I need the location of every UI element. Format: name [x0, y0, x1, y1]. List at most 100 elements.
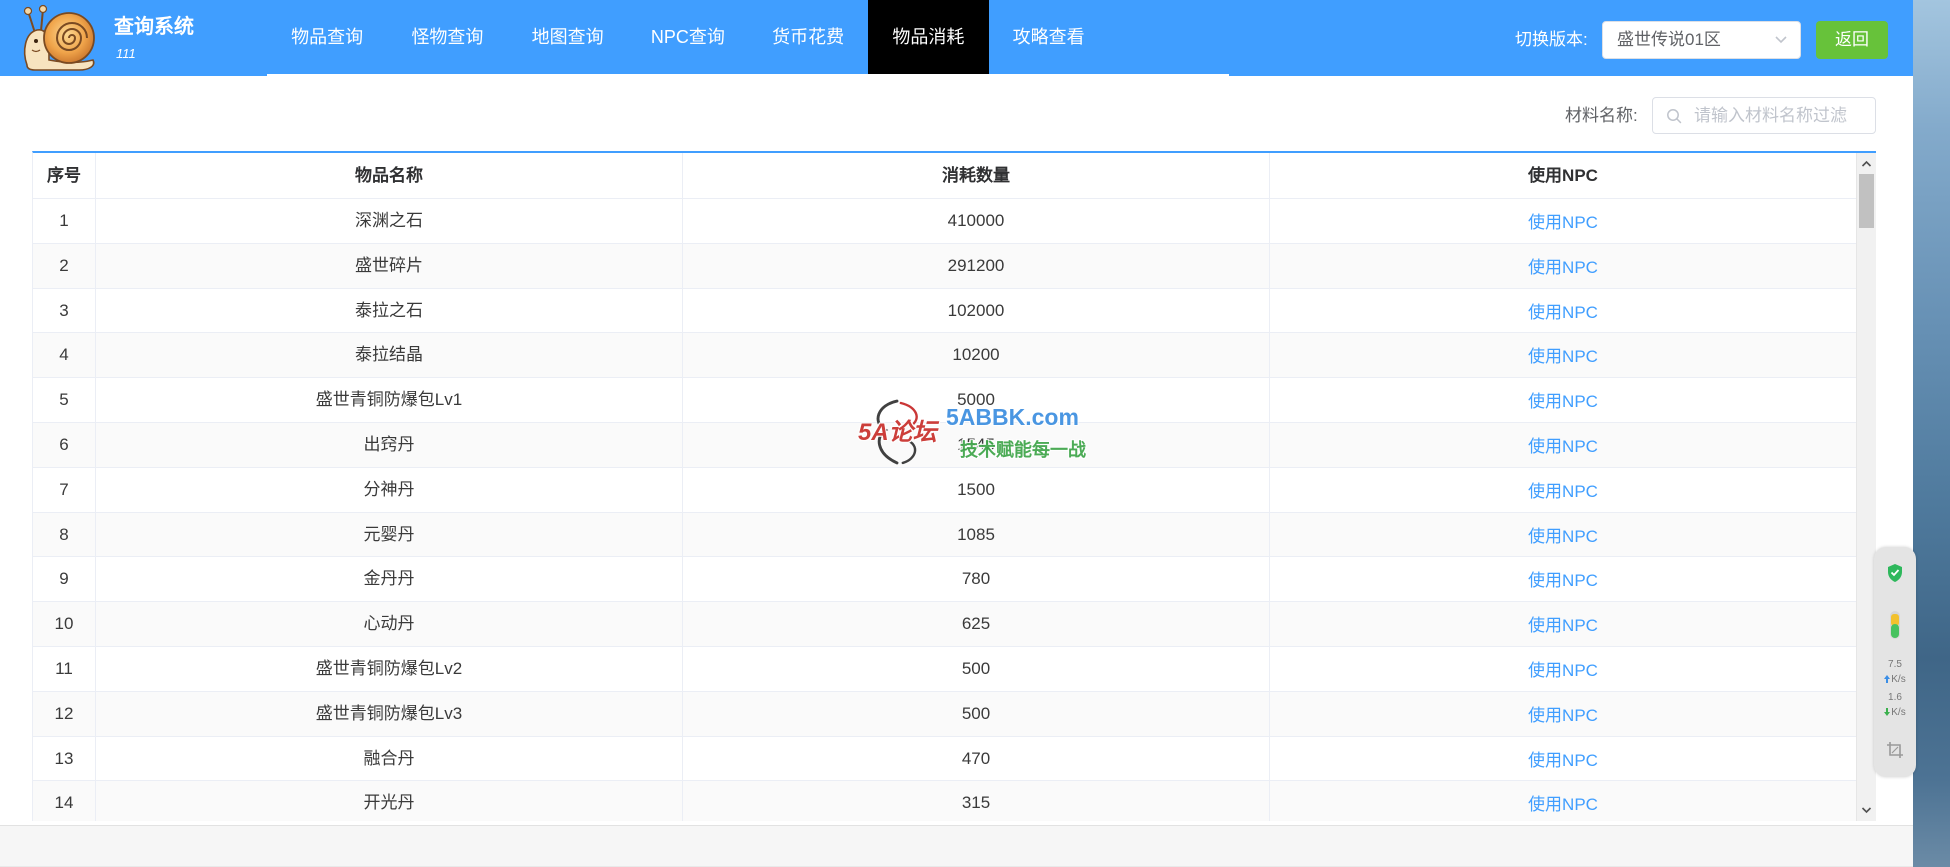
nav-monster-query[interactable]: 怪物查询 [387, 0, 507, 74]
cell-item-name: 融合丹 [96, 736, 683, 781]
table-row: 13 融合丹 470 使用NPC [33, 736, 1856, 782]
cell-index: 2 [33, 243, 96, 288]
use-npc-link[interactable]: 使用NPC [1528, 571, 1598, 590]
cell-use-npc: 使用NPC [1270, 513, 1856, 557]
table-row: 5 盛世青铜防爆包Lv1 5000 使用NPC [33, 378, 1856, 423]
cell-index: 6 [33, 422, 96, 467]
download-arrow-icon [1884, 708, 1891, 716]
scroll-up-arrow-icon[interactable] [1857, 155, 1876, 173]
use-npc-link[interactable]: 使用NPC [1528, 392, 1598, 411]
cell-index: 10 [33, 602, 96, 646]
cell-consume-count: 1500 [683, 467, 1270, 512]
desktop-wallpaper [1913, 0, 1950, 867]
use-npc-link[interactable]: 使用NPC [1528, 213, 1598, 232]
column-header-index: 序号 [33, 153, 96, 198]
use-npc-link[interactable]: 使用NPC [1528, 258, 1598, 277]
cell-index: 7 [33, 467, 96, 512]
use-npc-link[interactable]: 使用NPC [1528, 303, 1598, 322]
cell-item-name: 心动丹 [96, 602, 683, 646]
cell-item-name: 盛世碎片 [96, 243, 683, 288]
footer-bar [0, 825, 1913, 867]
column-header-use-npc: 使用NPC [1270, 153, 1857, 198]
nav-guide-view[interactable]: 攻略查看 [989, 0, 1109, 74]
desktop-speed-widget[interactable]: 7.5 K/s 1.6 K/s [1874, 547, 1916, 777]
use-npc-link[interactable]: 使用NPC [1528, 527, 1598, 546]
material-filter-label: 材料名称: [1565, 106, 1638, 125]
version-label: 切换版本: [1515, 30, 1588, 49]
upload-speed-row: K/s [1874, 674, 1916, 686]
upload-speed-unit: K/s [1891, 674, 1906, 685]
nav-item-consumption[interactable]: 物品消耗 [868, 0, 989, 74]
cell-index: 12 [33, 691, 96, 736]
scroll-down-arrow-icon[interactable] [1857, 801, 1876, 819]
scrollbar-thumb[interactable] [1859, 174, 1874, 228]
use-npc-link[interactable]: 使用NPC [1528, 795, 1598, 814]
use-npc-link[interactable]: 使用NPC [1528, 751, 1598, 770]
cell-item-name: 分神丹 [96, 467, 683, 512]
cell-index: 4 [33, 333, 96, 378]
material-filter-input[interactable] [1694, 98, 1872, 133]
app-title: 查询系统 [114, 16, 194, 38]
screenshot-crop-icon[interactable] [1886, 741, 1904, 759]
table-row: 11 盛世青铜防爆包Lv2 500 使用NPC [33, 646, 1856, 692]
cell-consume-count: 102000 [683, 288, 1270, 333]
snail-logo-icon [23, 4, 95, 71]
chevron-down-icon[interactable] [1774, 34, 1788, 46]
cell-consume-count: 500 [683, 646, 1270, 691]
cell-use-npc: 使用NPC [1270, 602, 1856, 646]
table-scrollbar[interactable] [1856, 153, 1876, 821]
cell-item-name: 出窍丹 [96, 422, 683, 467]
table-row: 3 泰拉之石 102000 使用NPC [33, 288, 1856, 334]
shield-check-icon[interactable] [1886, 563, 1904, 583]
table-row: 10 心动丹 625 使用NPC [33, 602, 1856, 647]
nav-currency-cost[interactable]: 货币花费 [748, 0, 868, 74]
cell-index: 5 [33, 378, 96, 422]
cell-consume-count: 10200 [683, 333, 1270, 378]
use-npc-link[interactable]: 使用NPC [1528, 661, 1598, 680]
table-row: 12 盛世青铜防爆包Lv3 500 使用NPC [33, 691, 1856, 737]
use-npc-link[interactable]: 使用NPC [1528, 706, 1598, 725]
cell-consume-count: 5000 [683, 378, 1270, 422]
cell-consume-count: 410000 [683, 199, 1270, 243]
back-button[interactable]: 返回 [1816, 21, 1888, 59]
cell-use-npc: 使用NPC [1270, 289, 1856, 333]
upload-speed-value: 7.5 [1888, 659, 1902, 670]
nav-npc-query[interactable]: NPC查询 [628, 0, 748, 74]
cell-item-name: 泰拉结晶 [96, 333, 683, 378]
nav-map-query[interactable]: 地图查询 [508, 0, 628, 74]
cell-index: 9 [33, 557, 96, 602]
cell-item-name: 盛世青铜防爆包Lv3 [96, 691, 683, 736]
app-subtitle: 111 [116, 46, 136, 61]
use-npc-link[interactable]: 使用NPC [1528, 616, 1598, 635]
use-npc-link[interactable]: 使用NPC [1528, 347, 1598, 366]
cell-use-npc: 使用NPC [1270, 647, 1856, 691]
cell-use-npc: 使用NPC [1270, 244, 1856, 288]
table-row: 4 泰拉结晶 10200 使用NPC [33, 333, 1856, 379]
version-select-value: 盛世传说01区 [1617, 30, 1721, 49]
upload-arrow-icon [1884, 675, 1891, 683]
search-icon [1667, 109, 1682, 124]
cell-item-name: 盛世青铜防爆包Lv1 [96, 378, 683, 422]
cell-item-name: 盛世青铜防爆包Lv2 [96, 646, 683, 691]
cell-index: 14 [33, 781, 96, 821]
cell-consume-count: 500 [683, 691, 1270, 736]
cell-consume-count: 780 [683, 557, 1270, 602]
table-row: 9 金丹丹 780 使用NPC [33, 557, 1856, 603]
material-filter-field[interactable] [1652, 97, 1876, 134]
download-speed-row: K/s [1874, 707, 1916, 719]
cell-item-name: 泰拉之石 [96, 288, 683, 333]
use-npc-link[interactable]: 使用NPC [1528, 482, 1598, 501]
version-select[interactable]: 盛世传说01区 [1602, 21, 1801, 59]
use-npc-link[interactable]: 使用NPC [1528, 437, 1598, 456]
cell-consume-count: 1085 [683, 512, 1270, 557]
table-row: 1 深渊之石 410000 使用NPC [33, 199, 1856, 244]
table-row: 8 元婴丹 1085 使用NPC [33, 512, 1856, 558]
cell-item-name: 开光丹 [96, 781, 683, 821]
nav-item-query[interactable]: 物品查询 [267, 0, 387, 74]
table-row: 7 分神丹 1500 使用NPC [33, 467, 1856, 513]
cell-use-npc: 使用NPC [1270, 557, 1856, 601]
download-speed-value: 1.6 [1888, 692, 1902, 703]
consumption-table: 序号 物品名称 消耗数量 使用NPC 1 深渊之石 410000 使用NPC 2 盛世碎片… [32, 151, 1876, 821]
cell-index: 8 [33, 512, 96, 557]
cell-use-npc: 使用NPC [1270, 781, 1856, 821]
